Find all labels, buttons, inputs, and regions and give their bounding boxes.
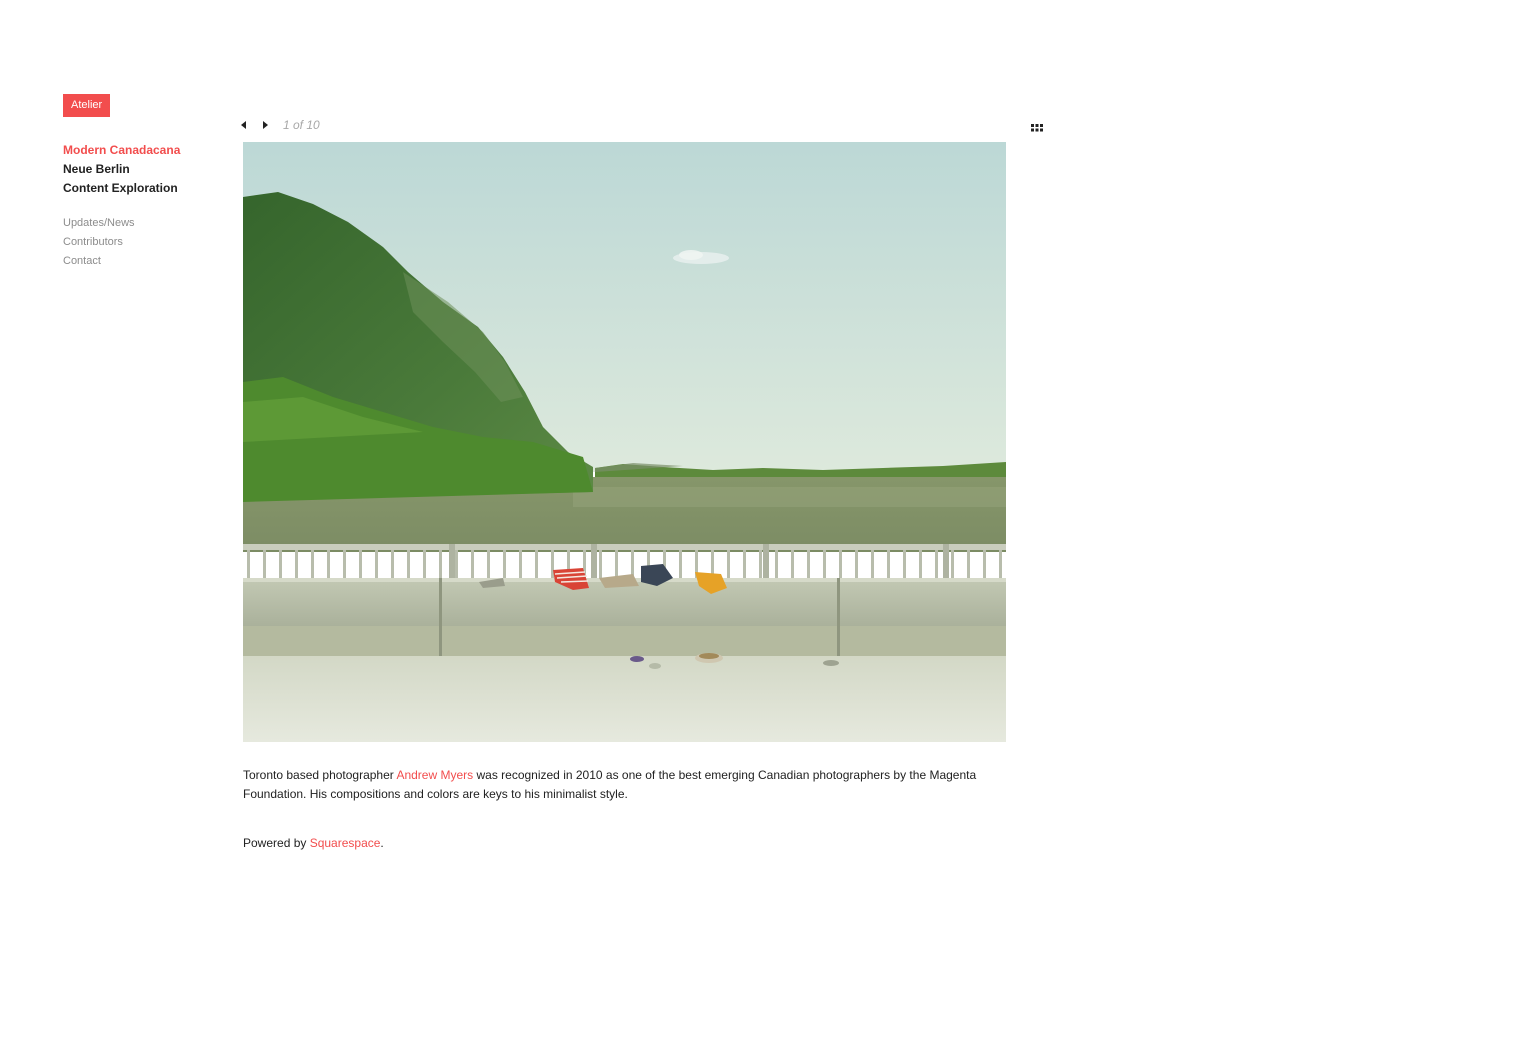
- primary-nav: Modern Canadacana Neue Berlin Content Ex…: [63, 141, 180, 198]
- image-counter: 1 of 10: [283, 118, 320, 132]
- footer: Powered by Squarespace.: [243, 834, 384, 853]
- previous-image-button[interactable]: [240, 117, 252, 133]
- photo-caption: Toronto based photographer Andrew Myers …: [243, 766, 1013, 804]
- photographer-link[interactable]: Andrew Myers: [396, 768, 473, 782]
- caption-text-before: Toronto based photographer: [243, 768, 397, 782]
- footer-suffix: .: [380, 836, 384, 850]
- next-image-button[interactable]: [261, 117, 273, 133]
- nav-item-contributors[interactable]: Contributors: [63, 233, 135, 252]
- grid-view-button[interactable]: [1031, 120, 1045, 134]
- footer-prefix: Powered by: [243, 836, 310, 850]
- caret-left-icon: [241, 121, 246, 129]
- photo-river-bridge: [243, 142, 1006, 742]
- site-logo-badge[interactable]: Atelier: [63, 94, 111, 117]
- gallery-controls: 1 of 10: [240, 117, 1045, 135]
- squarespace-link[interactable]: Squarespace: [310, 836, 381, 850]
- secondary-nav: Updates/News Contributors Contact: [63, 214, 135, 271]
- nav-item-contact[interactable]: Contact: [63, 252, 135, 271]
- nav-item-neue-berlin[interactable]: Neue Berlin: [63, 160, 180, 179]
- grid-icon: [1031, 124, 1043, 132]
- nav-item-content-exploration[interactable]: Content Exploration: [63, 179, 180, 198]
- caret-right-icon: [263, 121, 268, 129]
- nav-item-modern-canadacana[interactable]: Modern Canadacana: [63, 141, 180, 160]
- gallery-photo[interactable]: [243, 142, 1006, 742]
- nav-item-updates-news[interactable]: Updates/News: [63, 214, 135, 233]
